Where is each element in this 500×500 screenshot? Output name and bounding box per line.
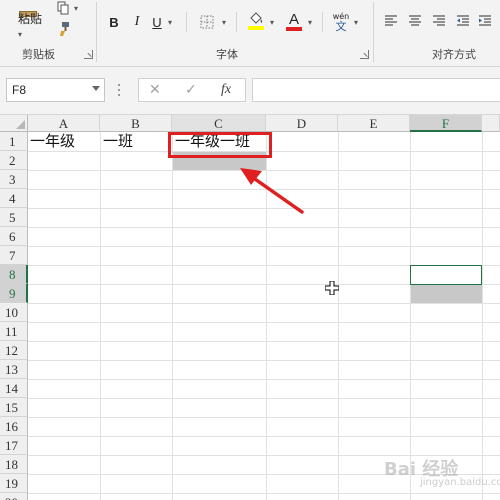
annotation-arrow-icon [240, 168, 304, 214]
watermark-sub: jingyan.baidu.com [420, 477, 500, 488]
cell-cursor-icon [325, 281, 339, 295]
